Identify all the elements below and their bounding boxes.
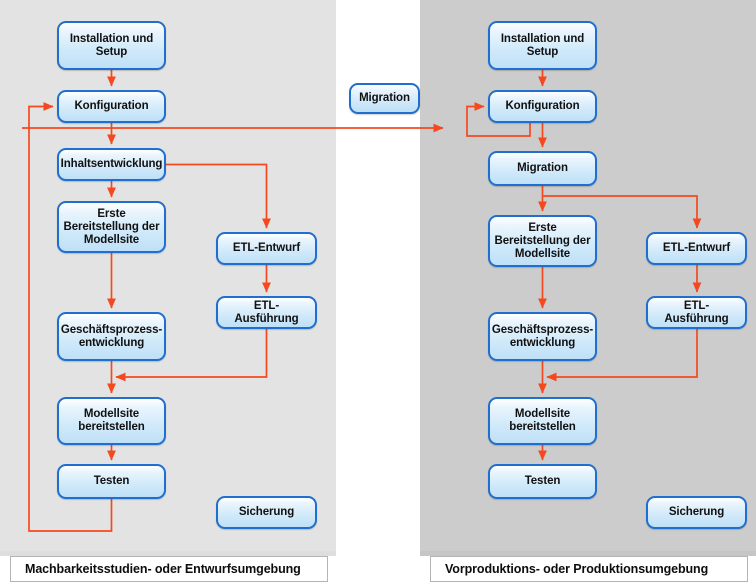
node-p-sicherung[interactable]: Sicherung — [646, 496, 747, 529]
node-p-migration[interactable]: Migration — [488, 151, 597, 186]
flowchart-diagram: Installation und Setup Konfiguration Inhalt… — [0, 0, 756, 588]
node-p-install[interactable]: Installation und Setup — [488, 21, 597, 70]
node-label: Konfiguration — [505, 100, 580, 112]
node-label: ETL-Ausführung — [234, 299, 299, 325]
environment-panel-design — [0, 0, 336, 551]
node-label: Erste Bereitstellung der Modellsite — [494, 221, 591, 260]
node-p-konfig[interactable]: Konfiguration — [488, 90, 597, 123]
node-erste[interactable]: Erste Bereitstellung der Modellsite — [57, 201, 166, 253]
node-modellsite[interactable]: Modellsite bereitstellen — [57, 397, 166, 445]
node-label: Geschäftsprozess-entwicklung — [491, 323, 594, 349]
node-install[interactable]: Installation und Setup — [57, 21, 166, 70]
node-label: Modellsite bereitstellen — [509, 408, 576, 433]
node-label: Sicherung — [238, 506, 295, 518]
node-label: Konfiguration — [74, 100, 149, 112]
node-etl-ausfuehrung[interactable]: ETL-Ausführung — [216, 296, 317, 329]
node-label: ETL-Entwurf — [662, 242, 731, 254]
node-p-etl-entwurf[interactable]: ETL-Entwurf — [646, 232, 747, 265]
node-p-gp[interactable]: Geschäftsprozess-entwicklung — [488, 312, 597, 361]
node-label: Inhaltsentwicklung — [60, 158, 163, 170]
node-label: Erste Bereitstellung der Modellsite — [63, 207, 160, 246]
node-inhalt[interactable]: Inhaltsentwicklung — [57, 148, 166, 181]
node-konfig[interactable]: Konfiguration — [57, 90, 166, 123]
node-label: ETL-Ausführung — [664, 299, 729, 325]
node-p-testen[interactable]: Testen — [488, 464, 597, 499]
node-gp[interactable]: Geschäftsprozess-entwicklung — [57, 312, 166, 361]
environment-label-production: Vorproduktions- oder Produktionsumgebung — [430, 556, 748, 582]
node-label: Sicherung — [668, 506, 725, 518]
node-label: Modellsite bereitstellen — [78, 408, 145, 433]
node-p-erste[interactable]: Erste Bereitstellung der Modellsite — [488, 215, 597, 267]
node-label: Installation und Setup — [69, 32, 154, 58]
environment-label-design: Machbarkeitsstudien- oder Entwurfsumgebu… — [10, 556, 328, 582]
node-testen[interactable]: Testen — [57, 464, 166, 499]
node-label: Geschäftsprozess-entwicklung — [60, 323, 163, 349]
node-p-etl-ausfuehrung[interactable]: ETL-Ausführung — [646, 296, 747, 329]
node-p-modellsite[interactable]: Modellsite bereitstellen — [488, 397, 597, 445]
node-migration-bridge[interactable]: Migration — [349, 83, 420, 114]
node-label: Testen — [93, 475, 130, 487]
node-label: Migration — [359, 92, 410, 104]
node-label: Installation und Setup — [500, 32, 585, 58]
node-label: Testen — [524, 475, 561, 487]
node-label: ETL-Entwurf — [232, 242, 301, 254]
node-label: Migration — [517, 162, 568, 174]
node-etl-entwurf[interactable]: ETL-Entwurf — [216, 232, 317, 265]
node-sicherung[interactable]: Sicherung — [216, 496, 317, 529]
